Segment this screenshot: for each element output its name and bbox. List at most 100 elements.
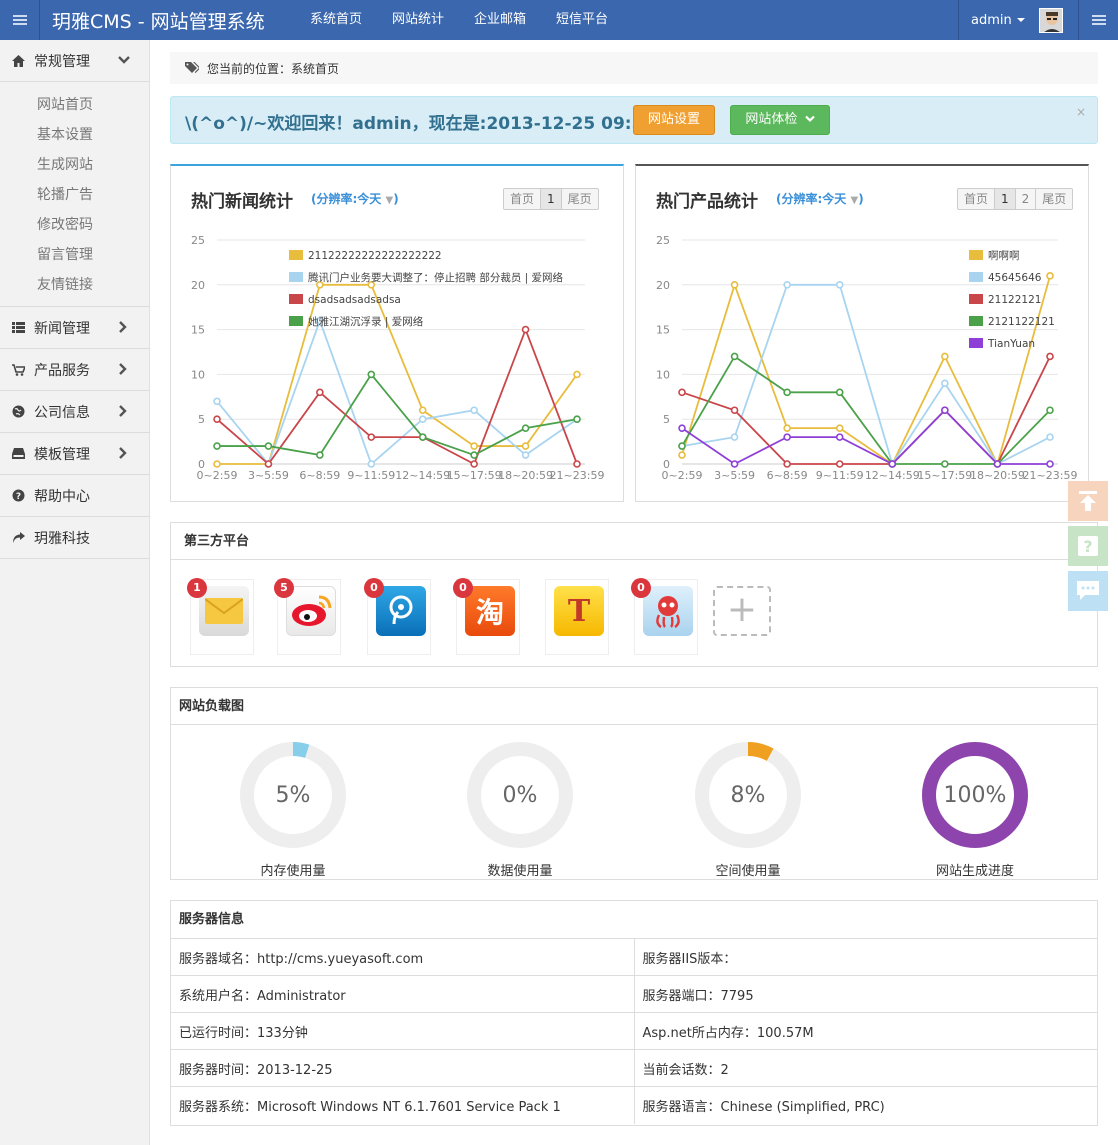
data-point[interactable] xyxy=(835,433,844,441)
help-icon[interactable]: ? xyxy=(1068,526,1108,566)
site-settings-button[interactable]: 网站设置 xyxy=(633,105,715,135)
sidebar-group-products[interactable]: 产品服务 xyxy=(0,349,149,391)
data-point[interactable] xyxy=(730,281,739,289)
data-point[interactable] xyxy=(573,415,581,423)
data-point[interactable] xyxy=(835,424,844,432)
data-point[interactable] xyxy=(573,370,581,379)
menu-toggle-icon[interactable] xyxy=(0,0,40,40)
data-point[interactable] xyxy=(678,388,686,397)
data-point[interactable] xyxy=(678,442,686,450)
pager-page-1[interactable]: 1 xyxy=(995,189,1016,209)
data-point[interactable] xyxy=(835,281,844,289)
data-point[interactable] xyxy=(418,415,427,423)
sidebar-group-templates[interactable]: 模板管理 xyxy=(0,433,149,475)
sidebar-item-carousel[interactable]: 轮播广告 xyxy=(0,180,149,210)
data-point[interactable] xyxy=(264,460,273,468)
data-point[interactable] xyxy=(573,460,581,468)
data-point[interactable] xyxy=(213,397,221,406)
thirdparty-item-pin[interactable]: 0 xyxy=(364,578,431,655)
data-point[interactable] xyxy=(1046,406,1054,415)
data-point[interactable] xyxy=(941,352,949,361)
right-panel-toggle-icon[interactable] xyxy=(1078,0,1118,40)
data-point[interactable] xyxy=(941,460,949,468)
data-point[interactable] xyxy=(678,424,686,432)
add-platform-button[interactable]: + xyxy=(713,586,771,636)
data-point[interactable] xyxy=(367,460,376,468)
sidebar-item-basic-settings[interactable]: 基本设置 xyxy=(0,120,149,150)
data-point[interactable] xyxy=(835,460,844,468)
news-resolution-dropdown[interactable]: (分辨率:今天 ▼) xyxy=(311,190,399,207)
avatar[interactable] xyxy=(1039,8,1063,33)
data-point[interactable] xyxy=(1046,352,1054,361)
sidebar-group-general[interactable]: 常规管理 xyxy=(0,40,149,82)
data-point[interactable] xyxy=(678,451,686,459)
sidebar-item-home[interactable]: 网站首页 xyxy=(0,90,149,120)
thirdparty-item-tencent[interactable]: T xyxy=(545,579,609,655)
thirdparty-item-mail[interactable]: 1 xyxy=(187,578,254,655)
data-point[interactable] xyxy=(367,433,376,441)
back-to-top-icon[interactable] xyxy=(1068,481,1108,521)
data-point[interactable] xyxy=(316,451,324,459)
data-point[interactable] xyxy=(470,406,478,415)
data-point[interactable] xyxy=(367,370,376,379)
pager-last[interactable]: 尾页 xyxy=(562,189,598,209)
data-point[interactable] xyxy=(1046,433,1054,441)
data-point[interactable] xyxy=(783,433,791,441)
data-point[interactable] xyxy=(264,442,273,450)
pager-first[interactable]: 首页 xyxy=(958,189,996,209)
thirdparty-item-weibo[interactable]: 5 xyxy=(274,578,341,655)
data-point[interactable] xyxy=(783,281,791,289)
data-point[interactable] xyxy=(418,406,427,415)
data-point[interactable] xyxy=(521,451,530,459)
data-point[interactable] xyxy=(888,460,897,468)
data-point[interactable] xyxy=(521,442,530,450)
thirdparty-item-qq[interactable]: 0 xyxy=(631,578,698,655)
data-point[interactable] xyxy=(521,325,530,334)
pager-last[interactable]: 尾页 xyxy=(1036,189,1072,209)
products-resolution-dropdown[interactable]: (分辨率:今天 ▼) xyxy=(776,190,864,207)
pager-page-1[interactable]: 1 xyxy=(541,189,562,209)
pager-page-2[interactable]: 2 xyxy=(1016,189,1037,209)
sidebar-group-company[interactable]: 公司信息 xyxy=(0,391,149,433)
sidebar-group-yueya[interactable]: 玥雅科技 xyxy=(0,517,149,559)
data-point[interactable] xyxy=(730,406,739,415)
app-title[interactable]: 玥雅CMS - 网站管理系统 xyxy=(52,7,265,34)
nav-stats[interactable]: 网站统计 xyxy=(377,0,459,40)
data-point[interactable] xyxy=(730,352,739,361)
sidebar-item-messages[interactable]: 留言管理 xyxy=(0,240,149,270)
data-point[interactable] xyxy=(470,442,478,450)
data-point[interactable] xyxy=(470,451,478,459)
data-point[interactable] xyxy=(213,460,221,468)
sidebar-group-news[interactable]: 新闻管理 xyxy=(0,307,149,349)
data-point[interactable] xyxy=(783,424,791,432)
data-point[interactable] xyxy=(835,388,844,397)
thirdparty-item-taobao[interactable]: 淘 0 xyxy=(453,578,520,655)
sidebar-group-help[interactable]: ? 帮助中心 xyxy=(0,475,149,517)
nav-sms[interactable]: 短信平台 xyxy=(541,0,623,40)
site-check-button[interactable]: 网站体检 xyxy=(730,105,830,135)
data-point[interactable] xyxy=(993,460,1002,468)
chat-icon[interactable] xyxy=(1068,571,1108,611)
nav-mail[interactable]: 企业邮箱 xyxy=(459,0,541,40)
sidebar-item-links[interactable]: 友情链接 xyxy=(0,270,149,300)
data-point[interactable] xyxy=(521,424,530,432)
data-point[interactable] xyxy=(730,433,739,441)
data-point[interactable] xyxy=(316,388,324,397)
close-icon[interactable]: × xyxy=(1076,105,1086,119)
data-point[interactable] xyxy=(1046,460,1054,468)
data-point[interactable] xyxy=(730,460,739,468)
data-point[interactable] xyxy=(1046,272,1054,280)
data-point[interactable] xyxy=(418,433,427,441)
sidebar-item-change-password[interactable]: 修改密码 xyxy=(0,210,149,240)
data-point[interactable] xyxy=(941,406,949,415)
sidebar-item-generate-site[interactable]: 生成网站 xyxy=(0,150,149,180)
data-point[interactable] xyxy=(213,442,221,450)
user-menu[interactable]: admin xyxy=(958,0,1078,40)
data-point[interactable] xyxy=(783,388,791,397)
pager-first[interactable]: 首页 xyxy=(504,189,542,209)
data-point[interactable] xyxy=(213,415,221,423)
data-point[interactable] xyxy=(783,460,791,468)
data-point[interactable] xyxy=(941,379,949,388)
nav-home[interactable]: 系统首页 xyxy=(295,0,377,40)
data-point[interactable] xyxy=(470,460,478,468)
